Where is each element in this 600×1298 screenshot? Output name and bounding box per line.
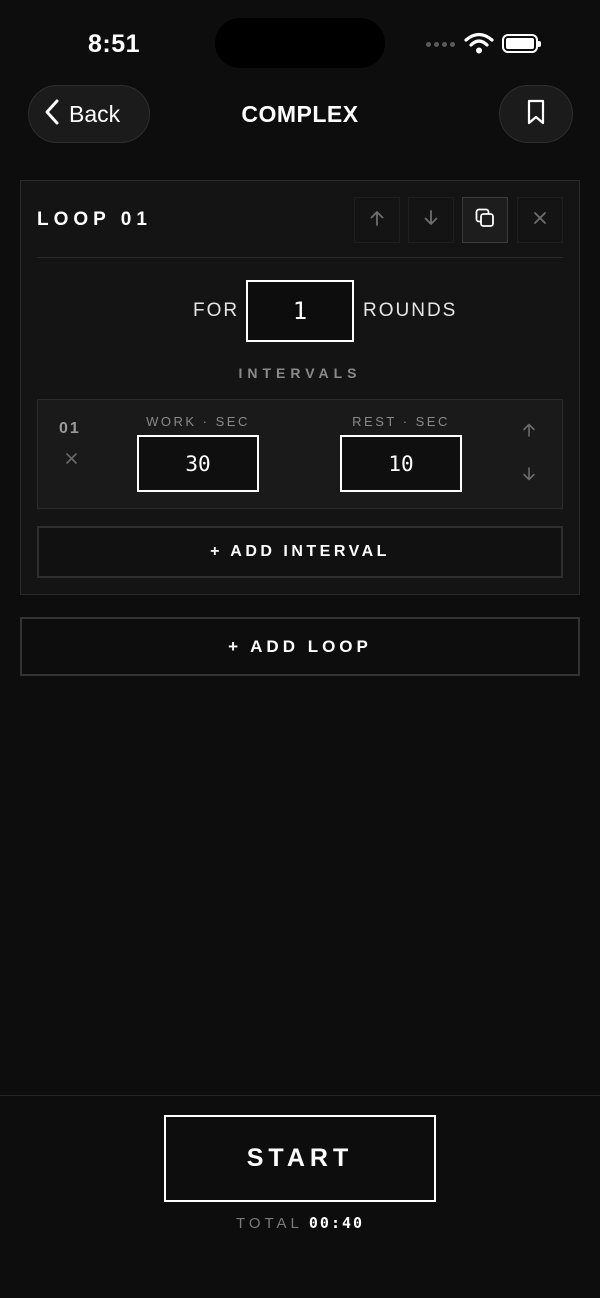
status-time: 8:51 — [88, 30, 141, 58]
add-interval-button[interactable]: + ADD INTERVAL — [37, 526, 563, 578]
intervals-heading: INTERVALS — [238, 365, 362, 381]
delete-loop-button[interactable] — [517, 197, 563, 243]
total-duration: TOTAL 00:40 — [0, 1214, 600, 1232]
chevron-left-icon — [43, 98, 61, 131]
loop-title: LOOP 01 — [37, 209, 152, 230]
add-loop-button[interactable]: + ADD LOOP — [20, 617, 580, 676]
battery-icon — [502, 34, 541, 53]
back-button-label: Back — [69, 100, 121, 127]
copy-icon — [474, 207, 496, 234]
loop-header-divider — [37, 257, 563, 258]
back-button[interactable]: Back — [28, 85, 150, 143]
close-icon — [65, 452, 78, 470]
bookmark-icon — [526, 99, 546, 130]
page-title: COMPLEX — [241, 101, 359, 127]
work-seconds-input[interactable] — [137, 435, 259, 492]
rounds-label: ROUNDS — [363, 300, 458, 321]
total-value: 00:40 — [308, 1214, 365, 1232]
start-button[interactable]: START — [164, 1115, 436, 1202]
total-label: TOTAL — [235, 1215, 303, 1232]
close-icon — [532, 210, 548, 231]
move-loop-up-button[interactable] — [354, 197, 400, 243]
duplicate-loop-button[interactable] — [462, 197, 508, 243]
move-interval-down-button[interactable] — [517, 464, 541, 488]
interval-index: 01 — [59, 420, 81, 437]
arrow-up-icon — [368, 209, 386, 232]
wifi-icon — [464, 32, 494, 59]
rounds-input[interactable] — [246, 280, 354, 342]
arrow-down-icon — [521, 466, 537, 487]
arrow-down-icon — [422, 209, 440, 232]
footer-divider — [0, 1095, 600, 1096]
dynamic-island — [215, 18, 385, 68]
rest-label: REST · SEC — [352, 414, 450, 429]
rest-seconds-input[interactable] — [340, 435, 462, 492]
for-label: FOR — [193, 300, 240, 321]
cellular-signal-icon — [426, 42, 455, 47]
arrow-up-icon — [521, 422, 537, 443]
move-interval-up-button[interactable] — [517, 420, 541, 444]
move-loop-down-button[interactable] — [408, 197, 454, 243]
work-label: WORK · SEC — [146, 414, 250, 429]
remove-interval-button[interactable] — [62, 452, 80, 470]
interval-row — [37, 399, 563, 509]
bookmark-button[interactable] — [499, 85, 573, 143]
